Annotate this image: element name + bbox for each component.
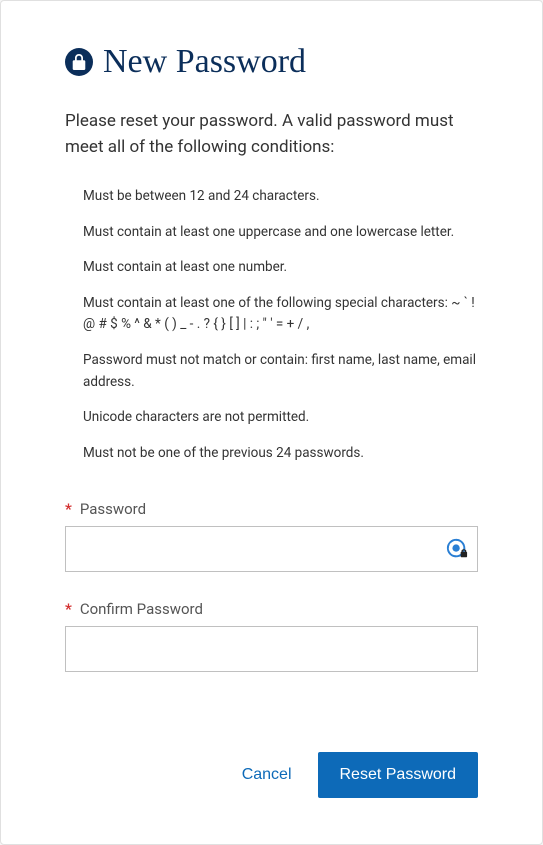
intro-text: Please reset your password. A valid pass… — [65, 109, 478, 160]
password-reset-card: New Password Please reset your password.… — [0, 0, 543, 845]
rule-item: Must contain at least one uppercase and … — [83, 222, 478, 244]
password-input[interactable] — [65, 526, 478, 572]
rule-item: Must not be one of the previous 24 passw… — [83, 443, 478, 465]
reset-password-button[interactable]: Reset Password — [318, 752, 479, 798]
rule-item: Password must not match or contain: firs… — [83, 350, 478, 393]
rule-item: Must be between 12 and 24 characters. — [83, 186, 478, 208]
lock-icon — [65, 48, 93, 76]
confirm-password-field-group: * Confirm Password — [65, 600, 478, 672]
confirm-password-label-text: Confirm Password — [80, 600, 203, 618]
required-indicator: * — [65, 600, 72, 618]
password-label: * Password — [65, 500, 478, 518]
rule-item: Must contain at least one number. — [83, 257, 478, 279]
required-indicator: * — [65, 500, 72, 518]
rule-item: Must contain at least one of the followi… — [83, 293, 478, 336]
action-bar: Cancel Reset Password — [65, 752, 478, 798]
page-title: New Password — [103, 45, 306, 79]
header: New Password — [65, 45, 478, 79]
confirm-password-input[interactable] — [65, 626, 478, 672]
password-field-group: * Password — [65, 500, 478, 572]
password-rules-list: Must be between 12 and 24 characters. Mu… — [65, 186, 478, 464]
password-label-text: Password — [80, 500, 146, 518]
confirm-password-input-wrapper — [65, 626, 478, 672]
rule-item: Unicode characters are not permitted. — [83, 407, 478, 429]
password-input-wrapper — [65, 526, 478, 572]
cancel-button[interactable]: Cancel — [242, 766, 292, 784]
confirm-password-label: * Confirm Password — [65, 600, 478, 618]
